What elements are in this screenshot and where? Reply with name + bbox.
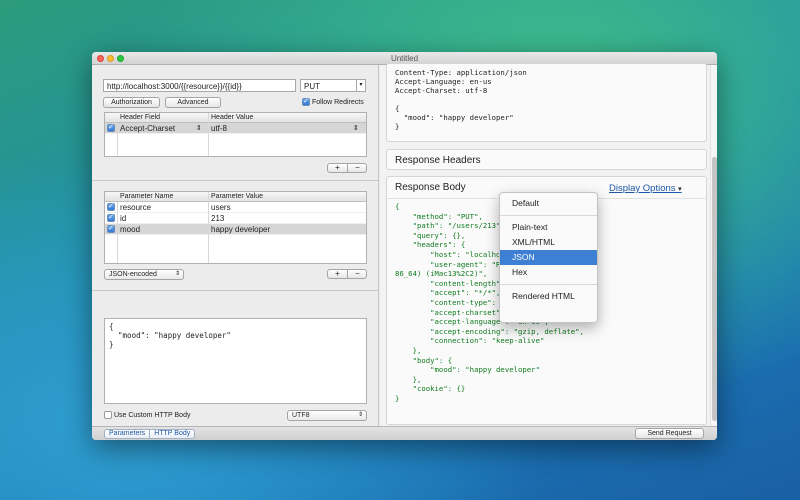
parameter-value-cell[interactable]: happy developer [211, 225, 270, 234]
display-options-label: Display Options [609, 183, 676, 194]
parameter-name-cell[interactable]: id [120, 214, 126, 223]
response-headers-title[interactable]: Response Headers [387, 150, 706, 171]
table-row[interactable]: ✓ id 213 [105, 213, 366, 224]
chevron-updown-icon: ⇕ [174, 271, 180, 277]
request-preview-text: Content-Type: application/json Accept-La… [395, 68, 527, 131]
follow-redirects-checkbox[interactable]: ✓ [302, 98, 310, 106]
display-options-menu: Default Plain-text XML/HTML JSON Hex Ren… [499, 192, 598, 323]
menu-item-rendered-html[interactable]: Rendered HTML [500, 289, 597, 304]
custom-body-checkbox[interactable] [104, 411, 112, 419]
remove-header-button[interactable]: − [348, 164, 367, 172]
chevron-updown-icon[interactable]: ⇕ [196, 124, 202, 132]
table-row[interactable]: ✓ mood happy developer [105, 224, 366, 235]
parameters-table: Parameter Name Parameter Value ✓ resourc… [104, 191, 367, 264]
table-row[interactable]: ✓ resource users [105, 202, 366, 213]
request-preview-card: Content-Type: application/json Accept-La… [386, 63, 707, 142]
parameter-name-column[interactable]: Parameter Name [120, 193, 173, 200]
response-headers-card[interactable]: Response Headers [386, 149, 707, 170]
add-header-button[interactable]: + [328, 164, 347, 172]
chevron-down-icon: ▾ [678, 186, 682, 193]
menu-item-xml-html[interactable]: XML/HTML [500, 235, 597, 250]
window-title: Untitled [390, 54, 419, 63]
custom-body-option[interactable]: Use Custom HTTP Body [104, 411, 190, 419]
url-input[interactable]: http://localhost:3000/{{resource}}/{{id}… [103, 79, 296, 92]
header-field-column[interactable]: Header Field [120, 114, 160, 121]
row-enabled-checkbox[interactable]: ✓ [107, 203, 115, 211]
parameter-value-cell[interactable]: users [211, 203, 231, 212]
input-mode-tabs: Parameters HTTP Body [104, 429, 196, 439]
menu-item-hex[interactable]: Hex [500, 265, 597, 280]
headers-table: Header Field Header Value ✓ Accept-Chars… [104, 112, 367, 157]
bottom-bar: Parameters HTTP Body Send Request [92, 426, 717, 440]
menu-item-plain-text[interactable]: Plain-text [500, 220, 597, 235]
charset-value: UTF8 [292, 412, 310, 419]
chevron-updown-icon: ⇕ [357, 412, 363, 418]
response-scrollbar[interactable] [710, 65, 717, 427]
params-add-remove: + − [327, 269, 367, 279]
app-window: Untitled http://localhost:3000/{{resourc… [92, 52, 717, 440]
method-value: PUT [304, 82, 320, 91]
header-value-cell[interactable]: utf-8 [211, 124, 227, 133]
parameter-name-cell[interactable]: resource [120, 203, 151, 212]
request-pane: http://localhost:3000/{{resource}}/{{id}… [92, 65, 379, 427]
headers-table-header: Header Field Header Value [105, 113, 366, 123]
chevron-down-icon[interactable]: ▾ [356, 80, 365, 91]
parameters-table-header: Parameter Name Parameter Value [105, 192, 366, 202]
headers-add-remove: + − [327, 163, 367, 173]
custom-body-label: Use Custom HTTP Body [113, 411, 191, 419]
follow-redirects-option[interactable]: ✓ Follow Redirects [302, 98, 364, 106]
encoding-select[interactable]: JSON-encoded ⇕ [104, 269, 184, 280]
menu-item-default[interactable]: Default [500, 196, 597, 211]
header-value-column[interactable]: Header Value [211, 114, 253, 121]
table-row[interactable]: ✓ Accept-Charset ⇕ utf-8 ⇕ [105, 123, 366, 134]
row-enabled-checkbox[interactable]: ✓ [107, 214, 115, 222]
parameter-value-column[interactable]: Parameter Value [211, 193, 263, 200]
charset-select[interactable]: UTF8 ⇕ [287, 410, 367, 421]
remove-parameter-button[interactable]: − [348, 270, 367, 278]
tab-http-body[interactable]: HTTP Body [150, 430, 194, 437]
display-options-button[interactable]: Display Options ▾ [609, 183, 682, 194]
http-body-editor[interactable]: { "mood": "happy developer" } [104, 318, 367, 404]
row-enabled-checkbox[interactable]: ✓ [107, 225, 115, 233]
follow-redirects-label: Follow Redirects [311, 98, 364, 106]
authorization-button[interactable]: Authorization [103, 97, 160, 108]
menu-item-json[interactable]: JSON [500, 250, 597, 265]
chevron-updown-icon[interactable]: ⇕ [353, 124, 359, 132]
tab-parameters[interactable]: Parameters [105, 430, 149, 437]
parameter-name-cell[interactable]: mood [120, 225, 140, 234]
method-combo[interactable]: PUT ▾ [300, 79, 366, 92]
row-enabled-checkbox[interactable]: ✓ [107, 124, 115, 132]
parameter-value-cell[interactable]: 213 [211, 214, 224, 223]
header-field-cell[interactable]: Accept-Charset [120, 124, 175, 133]
send-request-button[interactable]: Send Request [635, 428, 704, 439]
scrollbar-thumb[interactable] [712, 157, 717, 421]
add-parameter-button[interactable]: + [328, 270, 347, 278]
encoding-value: JSON-encoded [109, 271, 157, 278]
advanced-button[interactable]: Advanced [165, 97, 221, 108]
